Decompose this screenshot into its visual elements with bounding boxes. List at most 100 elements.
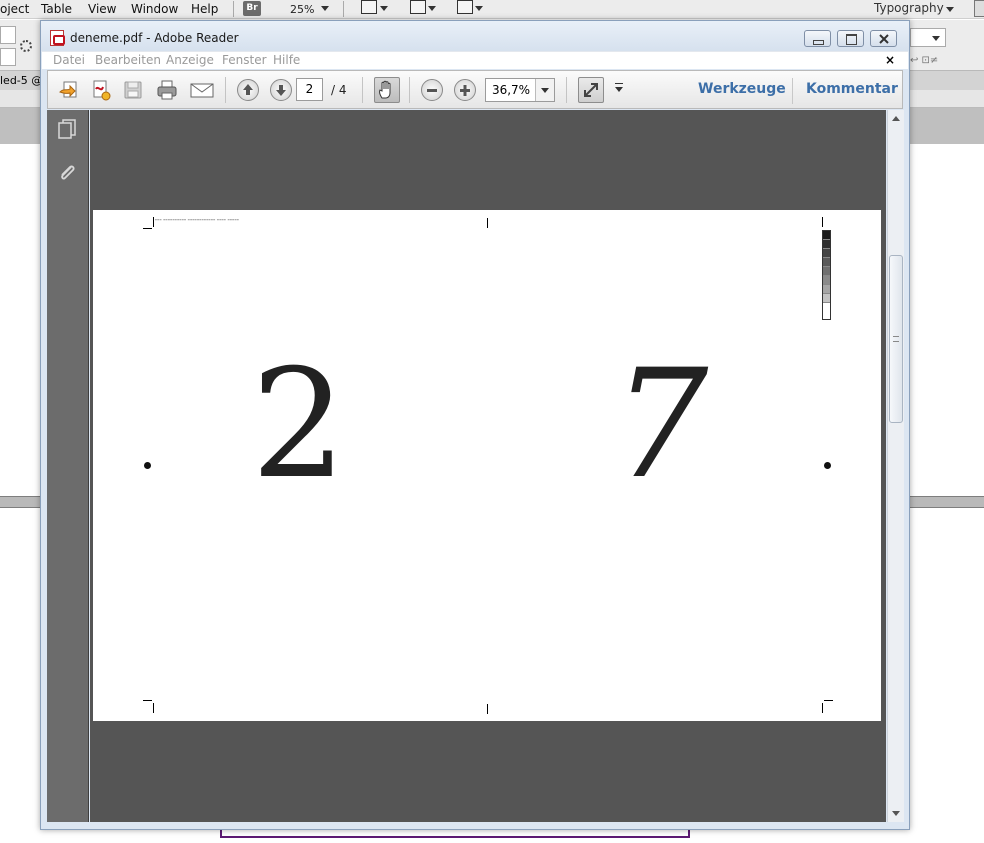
toolbar-options-chevron-icon[interactable]	[615, 87, 623, 92]
pdf-page: ━━━ ━━━━━━━━━━ ━━━━━━━━━━━━ ━━━━ ━━━━━ 2…	[93, 210, 881, 721]
toolbar-options-bar	[615, 83, 623, 84]
create-pdf-icon[interactable]	[58, 79, 80, 101]
maximize-button[interactable]	[837, 30, 864, 47]
menu-hilfe[interactable]: Hilfe	[273, 53, 300, 67]
scroll-up-arrow-icon[interactable]	[892, 116, 900, 121]
color-swatch	[823, 285, 830, 294]
menu-fenster[interactable]: Fenster	[222, 53, 267, 67]
vertical-scrollbar[interactable]	[887, 110, 904, 822]
menu-bearbeiten[interactable]: Bearbeiten	[95, 53, 161, 67]
center-mark	[487, 218, 488, 228]
chevron-down-icon[interactable]	[475, 6, 483, 11]
workspace-switcher[interactable]: Typography	[874, 1, 944, 15]
color-swatch	[823, 303, 830, 312]
email-icon[interactable]	[189, 79, 215, 101]
registration-mark	[144, 462, 151, 469]
close-icon	[878, 34, 889, 44]
bg-separator	[233, 1, 234, 17]
bg-control-field[interactable]	[910, 28, 946, 47]
menu-datei[interactable]: Datei	[53, 53, 85, 67]
chevron-down-icon[interactable]	[428, 6, 436, 11]
bg-menu-window[interactable]: Window	[131, 2, 178, 16]
edit-pdf-icon[interactable]	[90, 79, 112, 101]
crop-mark	[153, 217, 154, 227]
color-bar	[822, 230, 831, 320]
registration-mark	[824, 462, 831, 469]
color-swatch	[823, 231, 830, 240]
chevron-down-icon[interactable]	[932, 36, 940, 41]
reference-point-icon[interactable]	[20, 40, 32, 52]
color-swatch	[823, 267, 830, 276]
zoom-in-button[interactable]	[454, 79, 476, 101]
window-title: deneme.pdf - Adobe Reader	[70, 31, 239, 45]
color-swatch	[823, 258, 830, 267]
bg-y-field[interactable]	[0, 48, 16, 66]
save-icon[interactable]	[122, 79, 144, 101]
toolbar-separator	[362, 77, 363, 103]
navigation-pane	[47, 110, 89, 822]
pages-icon[interactable]	[57, 118, 77, 140]
search-icon[interactable]	[974, 0, 984, 17]
color-swatch	[823, 276, 830, 285]
arrow-down-icon	[276, 85, 286, 96]
fit-page-button[interactable]	[578, 77, 604, 103]
bg-menu-object[interactable]: oject	[0, 2, 29, 16]
arrange-documents-icon[interactable]	[457, 0, 473, 14]
pdf-file-icon	[50, 30, 65, 46]
zoom-level-field[interactable]: 36,7%	[485, 78, 555, 102]
title-bar[interactable]: deneme.pdf - Adobe Reader	[41, 21, 909, 51]
crop-mark	[143, 700, 152, 701]
zoom-in-icon	[460, 85, 470, 96]
reader-menubar: Datei Bearbeiten Anzeige Fenster Hilfe ×	[42, 51, 908, 69]
bg-zoom-level[interactable]: 25%	[290, 3, 314, 16]
bg-menu-help[interactable]: Help	[191, 2, 218, 16]
menu-anzeige[interactable]: Anzeige	[166, 53, 214, 67]
bridge-icon[interactable]: Br	[243, 1, 261, 16]
view-options-icon[interactable]	[361, 0, 377, 14]
page-count: / 4	[331, 83, 347, 97]
fit-page-icon	[584, 83, 598, 97]
toolbar-separator	[225, 77, 226, 103]
color-swatch	[823, 249, 830, 258]
bg-x-field[interactable]	[0, 26, 16, 44]
document-tab[interactable]: led-5 @	[0, 74, 42, 87]
toolbar-separator	[792, 78, 793, 104]
color-swatch	[823, 294, 830, 303]
slug-info-text: ━━━ ━━━━━━━━━━ ━━━━━━━━━━━━ ━━━━ ━━━━━	[155, 218, 240, 222]
grip-icon	[893, 336, 899, 342]
screen-mode-icon[interactable]	[410, 0, 426, 14]
background-menubar: oject Table View Window Help Br 25% Typo…	[0, 0, 984, 19]
chevron-down-icon[interactable]	[946, 7, 954, 12]
document-view[interactable]: ━━━ ━━━━━━━━━━ ━━━━━━━━━━━━ ━━━━ ━━━━━ 2…	[90, 110, 886, 822]
color-swatch	[823, 240, 830, 249]
tools-pane-button[interactable]: Werkzeuge	[698, 81, 786, 97]
bg-menu-view[interactable]: View	[88, 2, 116, 16]
reader-toolbar: 2 / 4 36,7% Werkzeuge Kommentar	[47, 70, 903, 109]
crop-mark	[824, 700, 833, 701]
zoom-out-icon	[427, 89, 437, 92]
zoom-out-button[interactable]	[421, 79, 443, 101]
hand-tool-button[interactable]	[374, 77, 400, 103]
center-mark	[487, 704, 488, 714]
page-number-right: 7	[613, 338, 709, 512]
previous-page-button[interactable]	[237, 79, 259, 101]
chevron-down-icon[interactable]	[380, 6, 388, 11]
scrollbar-thumb[interactable]	[889, 255, 903, 423]
comment-pane-button[interactable]: Kommentar	[806, 81, 898, 97]
scroll-down-arrow-icon[interactable]	[892, 811, 900, 816]
page-number-left: 2	[251, 338, 347, 512]
attachment-icon[interactable]	[57, 162, 77, 184]
adobe-reader-window: deneme.pdf - Adobe Reader Datei Bearbeit…	[40, 20, 910, 830]
minimize-button[interactable]	[804, 30, 831, 47]
crop-mark	[143, 228, 152, 229]
close-document-button[interactable]: ×	[885, 53, 895, 67]
page-number-input[interactable]: 2	[296, 78, 323, 101]
close-button[interactable]	[870, 30, 897, 47]
zoom-dropdown-button[interactable]	[535, 79, 554, 101]
bg-control-icons: ↩ ⊡≠	[910, 55, 939, 66]
crop-mark	[153, 703, 154, 713]
bg-menu-table[interactable]: Table	[41, 2, 72, 16]
print-icon[interactable]	[156, 79, 178, 101]
chevron-down-icon[interactable]	[321, 6, 329, 11]
next-page-button[interactable]	[270, 79, 292, 101]
